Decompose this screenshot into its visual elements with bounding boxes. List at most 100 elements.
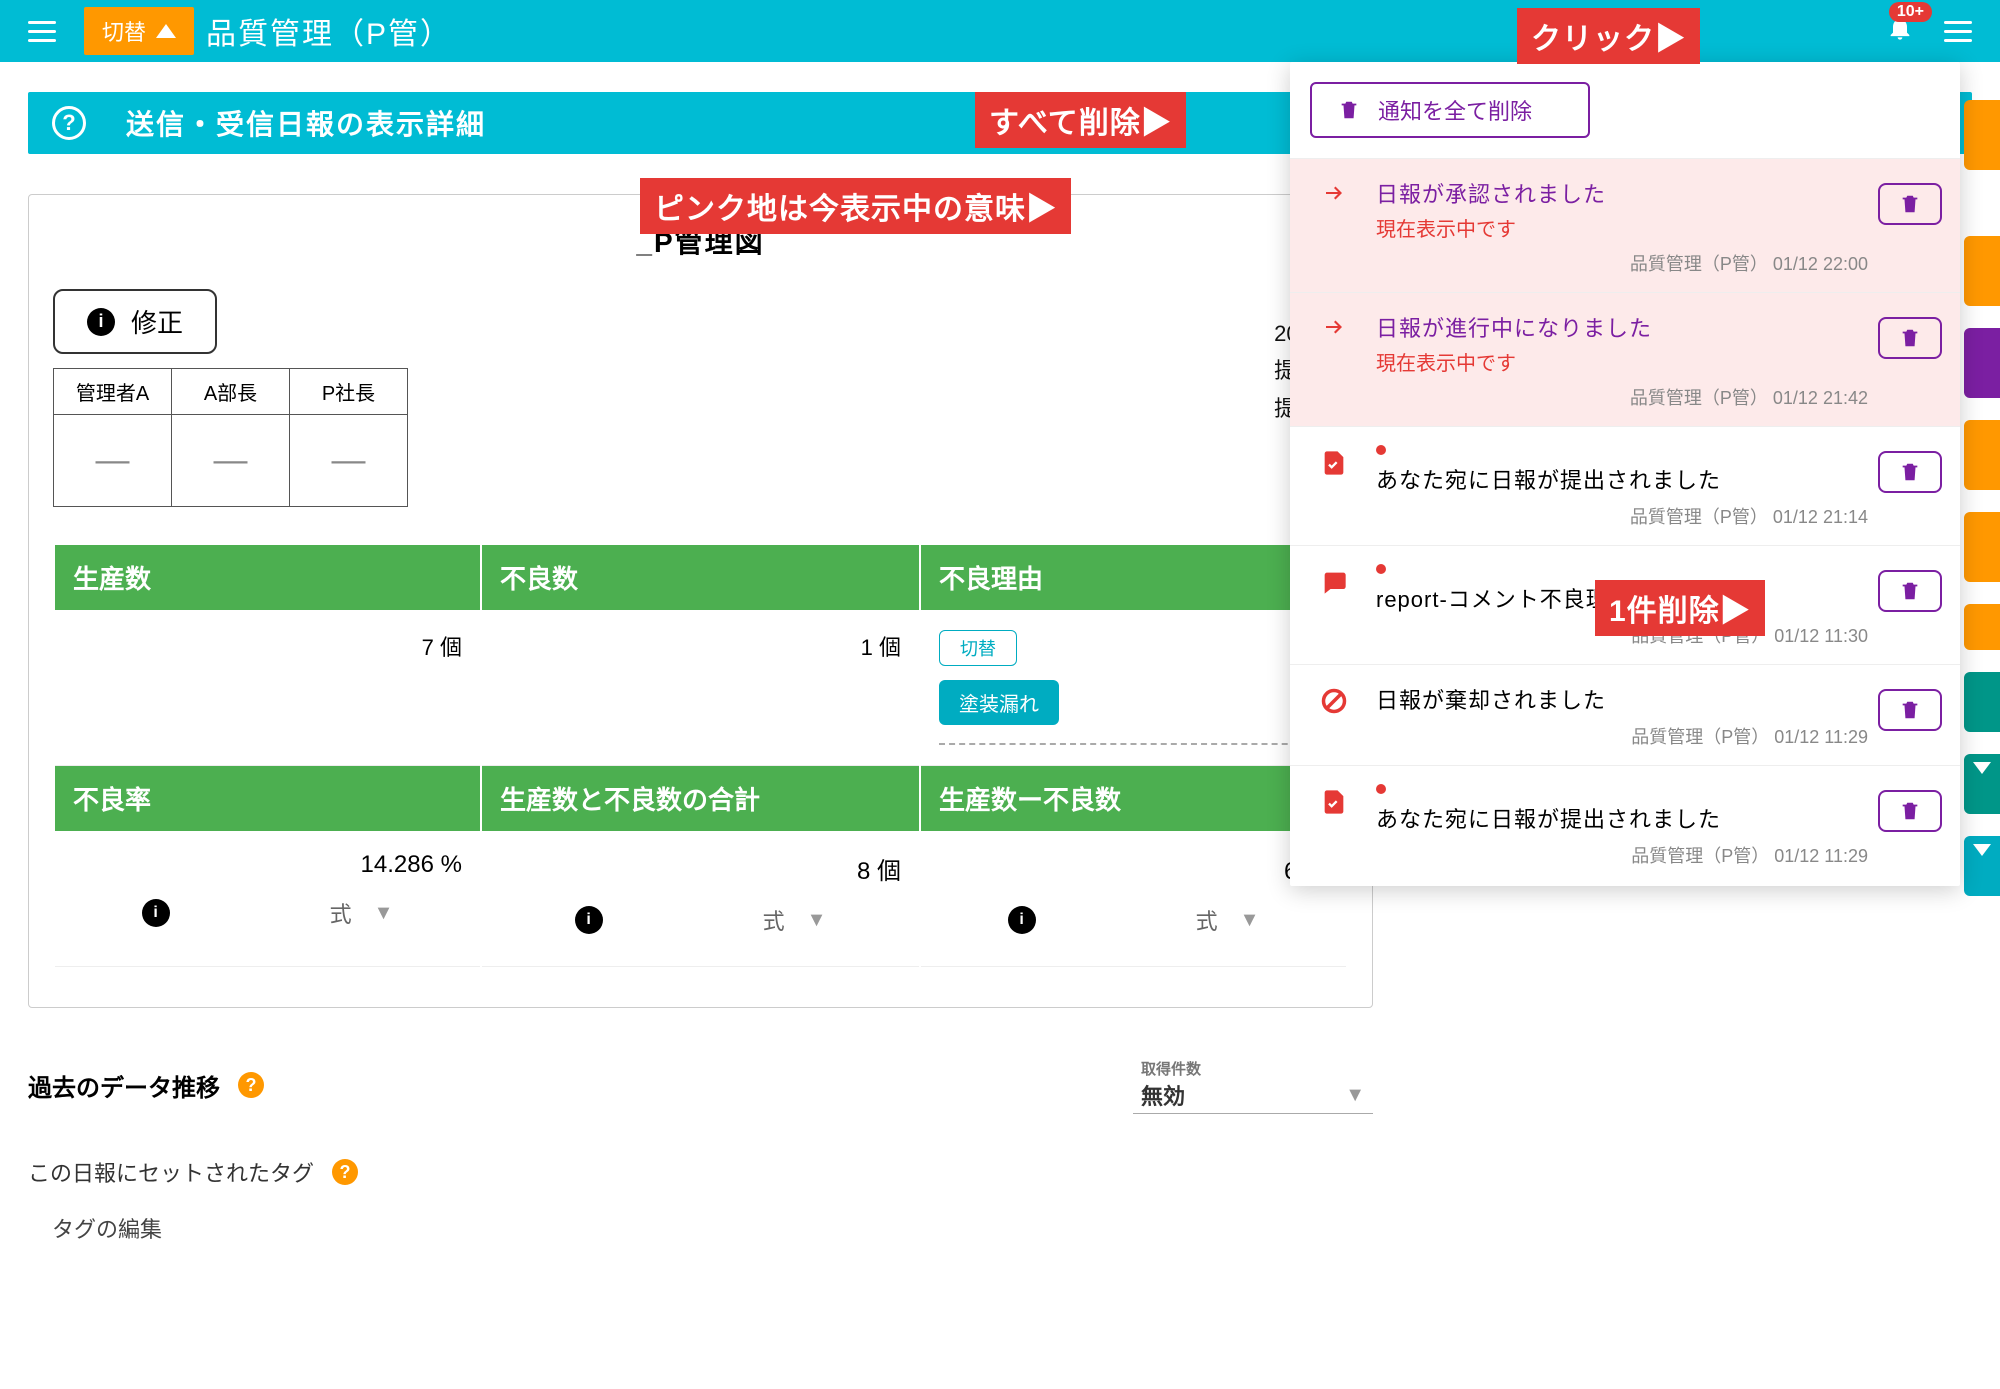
- approver-header: P社長: [290, 369, 408, 415]
- notification-meta: 品質管理（P管） 01/12 21:14: [1376, 503, 1868, 529]
- formula-toggle[interactable]: 式▼: [763, 904, 827, 936]
- trash-icon: [1899, 193, 1921, 215]
- production-value: 7 個: [55, 610, 480, 766]
- delete-notification-button[interactable]: [1878, 689, 1942, 731]
- notification-item[interactable]: 日報が棄却されました品質管理（P管） 01/12 11:29: [1290, 664, 1960, 765]
- trash-icon: [1899, 580, 1921, 602]
- side-action-tabs: [1964, 100, 2000, 896]
- rate-value: 14.286 %: [73, 851, 462, 879]
- delete-notification-button[interactable]: [1878, 570, 1942, 612]
- menu-icon-right[interactable]: [1944, 21, 1972, 42]
- callout-pink-meaning: ピンク地は今表示中の意味▶: [640, 178, 1071, 234]
- notification-title: あなた宛に日報が提出されました: [1376, 802, 1868, 834]
- notification-title: 日報が承認されました: [1376, 177, 1868, 209]
- notification-type-icon: [1312, 315, 1356, 339]
- callout-delete-one: 1件削除▶: [1595, 580, 1765, 636]
- reason-cell: 切替 塗装漏れ: [921, 610, 1346, 766]
- callout-click: クリック▶: [1517, 8, 1700, 64]
- unread-dot-icon: [1376, 784, 1386, 794]
- notification-type-icon: [1312, 449, 1356, 477]
- select-label: 取得件数: [1141, 1058, 1365, 1079]
- notification-type-icon: [1312, 788, 1356, 816]
- notification-meta: 品質管理（P管） 01/12 22:00: [1376, 250, 1868, 276]
- notification-title: 日報が棄却されました: [1376, 683, 1868, 715]
- delete-notification-button[interactable]: [1878, 451, 1942, 493]
- approver-status: —: [172, 415, 290, 507]
- side-tab[interactable]: [1964, 512, 2000, 582]
- notification-panel: 通知を全て削除 日報が承認されました現在表示中です品質管理（P管） 01/12 …: [1290, 62, 1960, 886]
- help-icon[interactable]: ?: [52, 106, 86, 140]
- notification-item[interactable]: 日報が承認されました現在表示中です品質管理（P管） 01/12 22:00: [1290, 158, 1960, 292]
- select-value: 無効: [1141, 1079, 1185, 1111]
- delete-notification-button[interactable]: [1878, 317, 1942, 359]
- trash-icon: [1899, 699, 1921, 721]
- trash-icon: [1899, 327, 1921, 349]
- history-title: 過去のデータ推移: [28, 1068, 220, 1103]
- production-table: 生産数 不良数 不良理由 7 個 1 個 切替 塗装漏れ: [53, 545, 1348, 967]
- side-tab[interactable]: [1964, 236, 2000, 306]
- help-icon[interactable]: ?: [332, 1159, 358, 1185]
- callout-delete-all: すべて削除▶: [975, 92, 1186, 148]
- col-reason: 不良理由: [921, 545, 1346, 610]
- notification-type-icon: [1312, 568, 1356, 596]
- notification-bell[interactable]: 10+: [1886, 14, 1914, 48]
- sum-value: 8 個: [500, 851, 901, 886]
- side-tab[interactable]: [1964, 100, 2000, 170]
- switch-chip[interactable]: 切替: [939, 630, 1017, 666]
- trash-icon: [1899, 461, 1921, 483]
- notification-item[interactable]: あなた宛に日報が提出されました品質管理（P管） 01/12 21:14: [1290, 426, 1960, 545]
- app-header: 切替 品質管理（P管） 10+: [0, 0, 2000, 62]
- col-sum: 生産数と不良数の合計: [482, 766, 919, 831]
- fix-button-label: 修正: [131, 303, 183, 340]
- side-tab[interactable]: [1964, 836, 2000, 896]
- tag-edit-link[interactable]: タグの編集: [52, 1212, 1373, 1244]
- side-tab[interactable]: [1964, 672, 2000, 732]
- approver-header: 管理者A: [54, 369, 172, 415]
- reason-chip[interactable]: 塗装漏れ: [939, 680, 1059, 725]
- side-tab[interactable]: [1964, 328, 2000, 398]
- delete-all-label: 通知を全て削除: [1378, 94, 1532, 126]
- menu-icon[interactable]: [28, 21, 56, 42]
- notification-type-icon: [1312, 687, 1356, 715]
- diff-value: 6 個: [939, 851, 1328, 886]
- approver-status: —: [54, 415, 172, 507]
- approver-header: A部長: [172, 369, 290, 415]
- info-icon: i: [87, 308, 115, 336]
- delete-notification-button[interactable]: [1878, 790, 1942, 832]
- help-icon[interactable]: ?: [238, 1072, 264, 1098]
- unread-dot-icon: [1376, 564, 1386, 574]
- page-title: 送信・受信日報の表示詳細: [126, 103, 486, 143]
- info-icon[interactable]: i: [575, 906, 603, 934]
- notification-badge: 10+: [1889, 2, 1932, 22]
- unread-dot-icon: [1376, 445, 1386, 455]
- fix-button[interactable]: i 修正: [53, 289, 217, 354]
- delete-notification-button[interactable]: [1878, 183, 1942, 225]
- notification-meta: 品質管理（P管） 01/12 11:29: [1376, 842, 1868, 868]
- col-diff: 生産数ー不良数: [921, 766, 1346, 831]
- notification-item[interactable]: あなた宛に日報が提出されました品質管理（P管） 01/12 11:29: [1290, 765, 1960, 884]
- defect-value: 1 個: [482, 610, 919, 766]
- info-icon[interactable]: i: [142, 899, 170, 927]
- chevron-down-icon: ▼: [1345, 1084, 1365, 1107]
- formula-toggle[interactable]: 式▼: [1196, 904, 1260, 936]
- formula-toggle[interactable]: 式▼: [330, 897, 394, 929]
- notification-subtitle: 現在表示中です: [1376, 213, 1868, 242]
- report-card: _P管理図 2023/01/1 提出 提出 i 修正 管理者A A部長 P社長: [28, 194, 1373, 1008]
- app-title: 品質管理（P管）: [206, 9, 452, 53]
- trash-icon: [1338, 99, 1360, 121]
- notification-item[interactable]: 日報が進行中になりました現在表示中です品質管理（P管） 01/12 21:42: [1290, 292, 1960, 426]
- up-triangle-icon: [156, 24, 176, 38]
- side-tab[interactable]: [1964, 754, 2000, 814]
- switch-button[interactable]: 切替: [84, 7, 194, 55]
- trash-icon: [1899, 800, 1921, 822]
- col-production: 生産数: [55, 545, 480, 610]
- notification-meta: 品質管理（P管） 01/12 11:29: [1376, 723, 1868, 749]
- fetch-count-select[interactable]: 取得件数 無効 ▼: [1133, 1056, 1373, 1114]
- side-tab[interactable]: [1964, 604, 2000, 650]
- delete-all-notifications-button[interactable]: 通知を全て削除: [1310, 82, 1590, 138]
- switch-label: 切替: [102, 15, 146, 47]
- info-icon[interactable]: i: [1008, 906, 1036, 934]
- notification-meta: 品質管理（P管） 01/12 21:42: [1376, 384, 1868, 410]
- side-tab[interactable]: [1964, 420, 2000, 490]
- approver-status: —: [290, 415, 408, 507]
